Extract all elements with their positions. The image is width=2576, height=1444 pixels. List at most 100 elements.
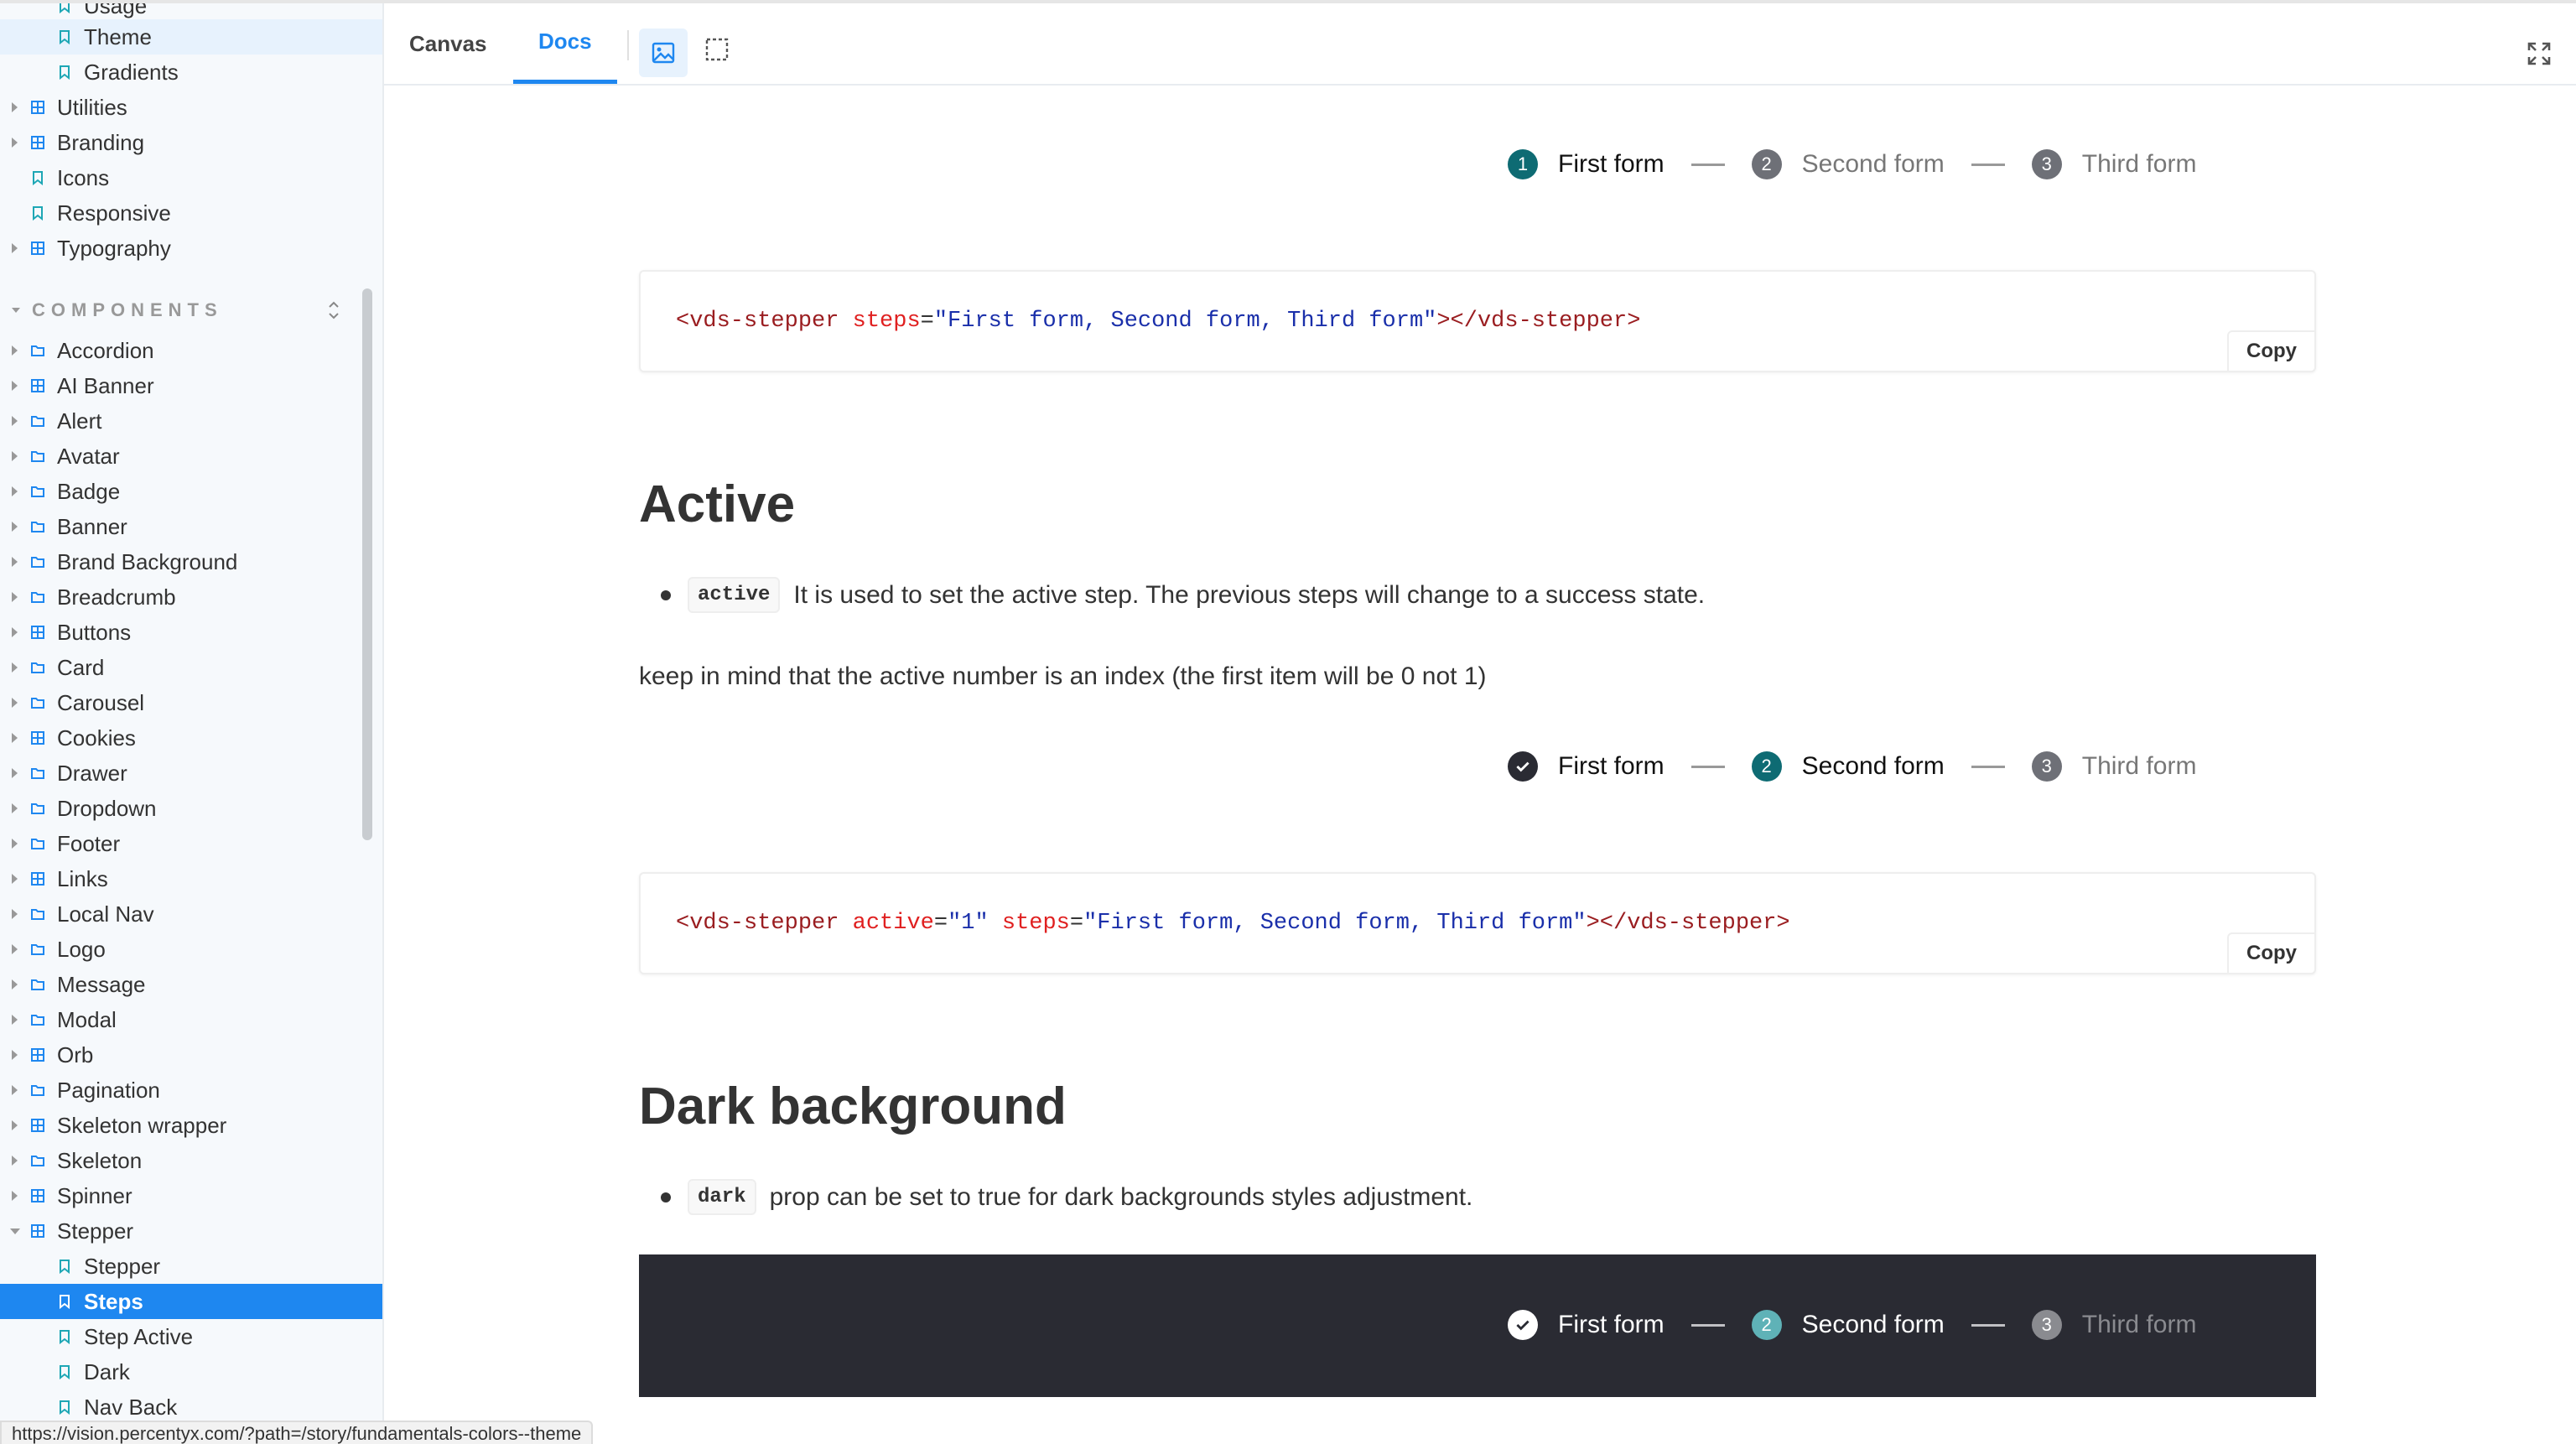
sidebar-item-brand-background[interactable]: Brand Background bbox=[0, 544, 382, 579]
step-number: 2 bbox=[1751, 1310, 1782, 1340]
sidebar-item-label: Icons bbox=[57, 164, 110, 190]
sidebar-item-spinner[interactable]: Spinner bbox=[0, 1178, 382, 1213]
bullet-item: active It is used to set the active step… bbox=[661, 577, 1705, 613]
sidebar-item-pagination[interactable]: Pagination bbox=[0, 1073, 382, 1108]
code-line: <vds-stepper steps="First form, Second f… bbox=[676, 309, 1640, 334]
sidebar-item-buttons[interactable]: Buttons bbox=[0, 615, 382, 650]
sidebar-item-icons[interactable]: Icons bbox=[0, 160, 382, 195]
sidebar-story-nav-back[interactable]: Nav Back bbox=[0, 1389, 382, 1425]
component-icon bbox=[31, 1224, 44, 1238]
tab-docs[interactable]: Docs bbox=[513, 3, 617, 84]
sidebar-item-skeleton[interactable]: Skeleton bbox=[0, 1143, 382, 1178]
step-connector bbox=[1971, 1323, 2005, 1327]
caret-right-icon bbox=[12, 381, 18, 391]
sidebar-story-step-active[interactable]: Step Active bbox=[0, 1319, 382, 1354]
sidebar-item-label: Typography bbox=[57, 235, 171, 261]
sidebar-item-typography[interactable]: Typography bbox=[0, 231, 382, 266]
sidebar-item-label: AI Banner bbox=[57, 372, 154, 398]
step[interactable]: 1 First form bbox=[1508, 149, 1665, 179]
step[interactable]: 2 Second form bbox=[1751, 1310, 1945, 1340]
step-connector bbox=[1971, 765, 2005, 768]
sidebar-item-cookies[interactable]: Cookies bbox=[0, 720, 382, 756]
sidebar-item-accordion[interactable]: Accordion bbox=[0, 333, 382, 368]
outline-icon bbox=[705, 38, 729, 61]
component-icon bbox=[31, 1189, 44, 1202]
sidebar-item-message[interactable]: Message bbox=[0, 967, 382, 1002]
sidebar-item-label: Stepper bbox=[57, 1218, 134, 1244]
bookmark-icon bbox=[33, 206, 43, 221]
caret-right-icon bbox=[12, 1015, 18, 1025]
sidebar-story-stepper[interactable]: Stepper bbox=[0, 1249, 382, 1284]
component-icon bbox=[31, 242, 44, 255]
step-label: First form bbox=[1558, 1311, 1665, 1338]
sidebar-story-steps[interactable]: Steps bbox=[0, 1284, 382, 1319]
code-line: <vds-stepper active="1" steps="First for… bbox=[676, 911, 1790, 936]
sidebar-item-branding[interactable]: Branding bbox=[0, 125, 382, 160]
bookmark-icon bbox=[60, 1330, 70, 1344]
sidebar-item-label: Footer bbox=[57, 830, 121, 856]
sidebar-item-modal[interactable]: Modal bbox=[0, 1002, 382, 1037]
sidebar-item-label: Dark bbox=[84, 1358, 130, 1384]
sidebar-item-card[interactable]: Card bbox=[0, 650, 382, 685]
step-connector bbox=[1690, 163, 1725, 166]
sidebar-item-label: Skeleton wrapper bbox=[57, 1112, 227, 1138]
sidebar-item-label: Skeleton bbox=[57, 1147, 143, 1173]
sidebar-item-theme[interactable]: Theme bbox=[0, 19, 382, 55]
sidebar-item-drawer[interactable]: Drawer bbox=[0, 756, 382, 791]
folder-icon bbox=[31, 1156, 44, 1166]
sidebar-item-gradients[interactable]: Gradients bbox=[0, 55, 382, 90]
step[interactable]: 3 Third form bbox=[2031, 1310, 2196, 1340]
sidebar-item-label: Logo bbox=[57, 936, 106, 962]
bookmark-icon bbox=[60, 30, 70, 44]
sidebar-item-label: Alert bbox=[57, 408, 102, 434]
sidebar-item-logo[interactable]: Logo bbox=[0, 932, 382, 967]
sidebar-item-footer[interactable]: Footer bbox=[0, 826, 382, 861]
sidebar-item-orb[interactable]: Orb bbox=[0, 1037, 382, 1073]
step-number: 3 bbox=[2031, 1310, 2062, 1340]
image-tool-button[interactable] bbox=[639, 29, 688, 77]
sidebar-item-dropdown[interactable]: Dropdown bbox=[0, 791, 382, 826]
fullscreen-button[interactable] bbox=[2527, 42, 2551, 65]
sidebar-story-dark[interactable]: Dark bbox=[0, 1354, 382, 1389]
sidebar-item-avatar[interactable]: Avatar bbox=[0, 439, 382, 474]
sidebar-item-links[interactable]: Links bbox=[0, 861, 382, 896]
sidebar-item-label: Card bbox=[57, 654, 105, 680]
sidebar-item-utilities[interactable]: Utilities bbox=[0, 90, 382, 125]
step[interactable]: 2 Second form bbox=[1751, 149, 1945, 179]
folder-icon bbox=[31, 557, 44, 568]
sidebar-item-label: Utilities bbox=[57, 94, 127, 120]
caret-right-icon bbox=[12, 979, 18, 990]
copy-button[interactable]: Copy bbox=[2227, 932, 2316, 974]
sidebar-item-label: Carousel bbox=[57, 689, 145, 715]
step-number: 3 bbox=[2031, 751, 2062, 782]
sidebar-item-skeleton-wrapper[interactable]: Skeleton wrapper bbox=[0, 1108, 382, 1143]
step[interactable]: 3 Third form bbox=[2031, 149, 2196, 179]
step[interactable]: 2 Second form bbox=[1751, 751, 1945, 782]
sidebar-item-breadcrumb[interactable]: Breadcrumb bbox=[0, 579, 382, 615]
code-attr: steps bbox=[852, 309, 921, 334]
top-rule bbox=[0, 0, 2576, 3]
sidebar-item-label: Branding bbox=[57, 129, 145, 155]
step[interactable]: 3 Third form bbox=[2031, 751, 2196, 782]
tab-canvas[interactable]: Canvas bbox=[409, 3, 487, 84]
sidebar-item-stepper[interactable]: Stepper bbox=[0, 1213, 382, 1249]
sidebar-item-ai-banner[interactable]: AI Banner bbox=[0, 368, 382, 403]
section-header-components[interactable]: COMPONENTS bbox=[0, 293, 382, 327]
sidebar-item-label: Message bbox=[57, 971, 146, 997]
step[interactable]: First form bbox=[1508, 751, 1665, 782]
sidebar-item-badge[interactable]: Badge bbox=[0, 474, 382, 509]
sidebar-item-banner[interactable]: Banner bbox=[0, 509, 382, 544]
folder-icon bbox=[31, 979, 44, 990]
step[interactable]: First form bbox=[1508, 1310, 1665, 1340]
sidebar-item-local-nav[interactable]: Local Nav bbox=[0, 896, 382, 932]
sidebar-item-label: Breadcrumb bbox=[57, 584, 176, 610]
folder-icon bbox=[31, 592, 44, 603]
step-number: 2 bbox=[1751, 751, 1782, 782]
sidebar-item-responsive[interactable]: Responsive bbox=[0, 195, 382, 231]
collapse-all-icon[interactable] bbox=[325, 299, 342, 321]
paragraph-note: keep in mind that the active number is a… bbox=[639, 662, 1487, 690]
sidebar-item-carousel[interactable]: Carousel bbox=[0, 685, 382, 720]
outline-tool-button[interactable] bbox=[704, 37, 730, 62]
copy-button[interactable]: Copy bbox=[2227, 330, 2316, 372]
sidebar-item-alert[interactable]: Alert bbox=[0, 403, 382, 439]
